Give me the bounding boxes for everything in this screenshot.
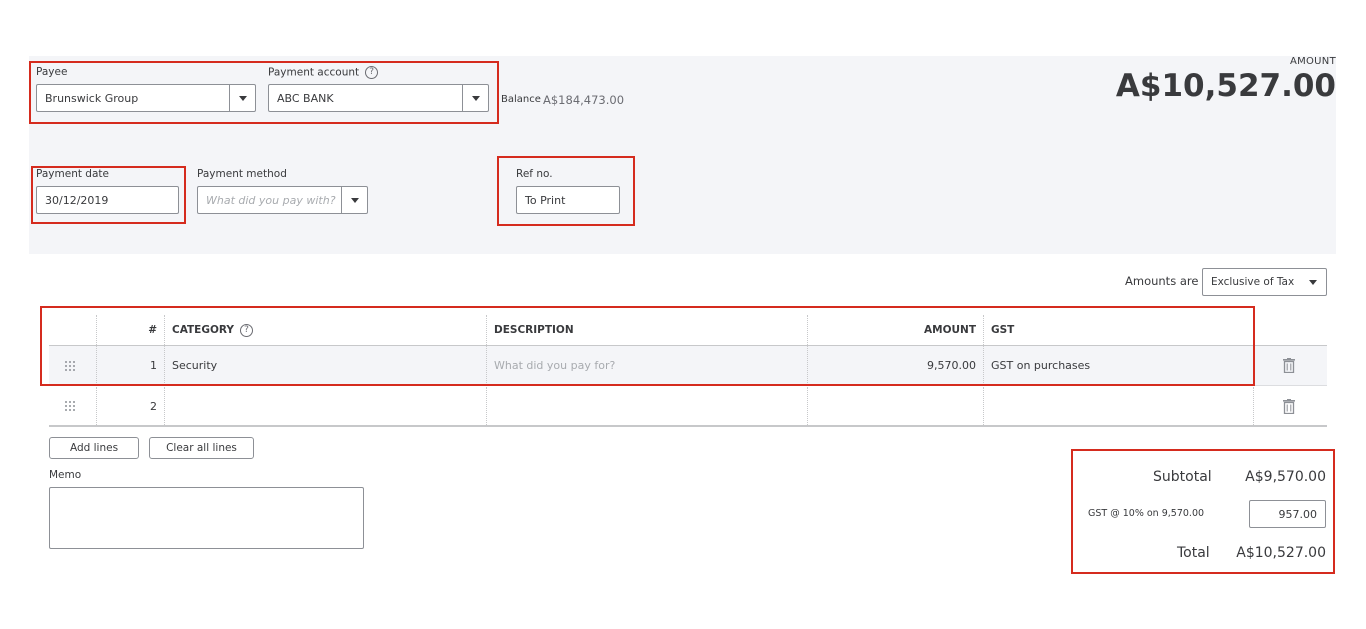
clear-all-lines-button[interactable]: Clear all lines	[149, 437, 254, 459]
payment-method-dropdown-button[interactable]	[341, 187, 367, 213]
highlight-category-row	[40, 306, 1255, 386]
amounts-are-dropdown-button[interactable]	[1300, 269, 1326, 295]
memo-textarea[interactable]	[49, 487, 364, 549]
add-lines-button[interactable]: Add lines	[49, 437, 139, 459]
trash-icon[interactable]	[1283, 346, 1295, 385]
memo-label: Memo	[49, 469, 82, 481]
balance-label: Balance	[501, 94, 541, 105]
highlight-totals	[1071, 449, 1335, 574]
balance-value: A$184,473.00	[543, 93, 625, 107]
highlight-payee-account	[29, 61, 499, 124]
chevron-down-icon	[1309, 279, 1317, 285]
amount-label: AMOUNT	[1289, 56, 1336, 67]
amount-total: A$10,527.00	[1115, 68, 1336, 104]
row-amount[interactable]	[807, 387, 976, 425]
highlight-payment-date	[31, 166, 186, 224]
amounts-are-select[interactable]: Exclusive of Tax	[1202, 268, 1327, 296]
highlight-ref-no	[497, 156, 635, 226]
drag-handle-icon[interactable]	[65, 387, 75, 425]
payment-method-label: Payment method	[197, 168, 287, 180]
row-number: 2	[150, 399, 157, 413]
trash-icon[interactable]	[1283, 387, 1295, 425]
chevron-down-icon	[350, 197, 359, 203]
payment-method-placeholder: What did you pay with?	[206, 194, 336, 207]
amounts-are-label: Amounts are	[1125, 274, 1199, 288]
amounts-are-value: Exclusive of Tax	[1211, 276, 1295, 288]
payment-method-select[interactable]: What did you pay with?	[197, 186, 368, 214]
table-row[interactable]: 2	[49, 387, 1327, 427]
